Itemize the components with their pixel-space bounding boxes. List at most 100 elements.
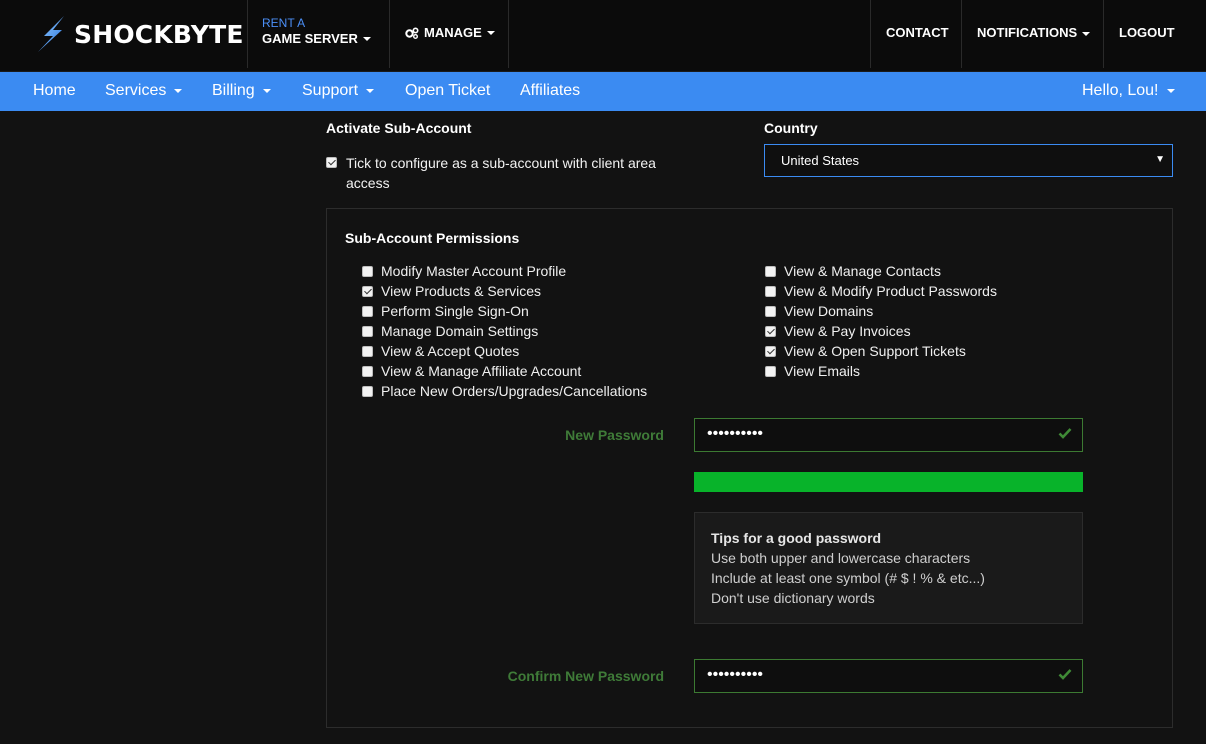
confirm-password-label: Confirm New Password — [507, 668, 664, 684]
activate-description-line: access — [346, 175, 390, 191]
permission-item[interactable]: View & Manage Contacts — [765, 263, 941, 279]
nav-billing-label: Billing — [212, 82, 255, 99]
permission-checkbox[interactable] — [765, 265, 776, 277]
activate-description: Tick to configure as a sub-account with … — [346, 153, 656, 193]
password-strength-bar — [694, 472, 1083, 492]
permission-item[interactable]: View & Modify Product Passwords — [765, 283, 997, 299]
manage-menu[interactable]: MANAGE — [405, 25, 495, 40]
permission-checkbox[interactable] — [765, 365, 776, 377]
permission-checkbox[interactable] — [765, 325, 776, 337]
new-password-label: New Password — [565, 427, 664, 443]
top-header: SHOCKBYTE RENT A GAME SERVER MANAGE CONT… — [0, 0, 1206, 72]
chevron-down-icon — [174, 88, 183, 93]
permission-checkbox[interactable] — [765, 305, 776, 317]
chevron-down-icon — [1082, 31, 1091, 36]
checkmark-icon — [1058, 669, 1072, 680]
chevron-down-icon — [486, 30, 495, 35]
activate-sub-account-checkbox[interactable] — [326, 157, 337, 168]
nav-home[interactable]: Home — [33, 82, 76, 100]
chevron-down-icon — [262, 88, 271, 93]
permission-item[interactable]: View & Manage Affiliate Account — [362, 363, 581, 379]
header-divider — [870, 0, 871, 68]
permission-label: View & Accept Quotes — [381, 343, 520, 359]
manage-label: MANAGE — [424, 25, 482, 40]
logout-link[interactable]: LOGOUT — [1119, 25, 1175, 40]
shockbyte-logo[interactable]: SHOCKBYTE — [34, 14, 244, 54]
permission-label: Place New Orders/Upgrades/Cancellations — [381, 383, 648, 399]
user-greeting: Hello, Lou! — [1082, 82, 1159, 99]
confirm-password-input[interactable]: •••••••••• — [694, 659, 1083, 693]
country-value: United States — [781, 153, 860, 168]
tips-line: Include at least one symbol (# $ ! % & e… — [711, 570, 985, 586]
permission-checkbox[interactable] — [362, 345, 373, 357]
nav-open-ticket[interactable]: Open Ticket — [405, 82, 490, 100]
user-menu[interactable]: Hello, Lou! — [1082, 82, 1175, 100]
permission-label: View Emails — [784, 363, 860, 379]
permission-item[interactable]: View Emails — [765, 363, 860, 379]
permission-checkbox[interactable] — [765, 345, 776, 357]
permission-label: View & Pay Invoices — [784, 323, 911, 339]
permission-label: Manage Domain Settings — [381, 323, 539, 339]
nav-affiliates[interactable]: Affiliates — [520, 82, 580, 100]
header-divider — [508, 0, 509, 68]
tips-title: Tips for a good password — [711, 530, 882, 546]
tips-line: Use both upper and lowercase characters — [711, 550, 971, 566]
lightning-bolt-icon — [38, 16, 64, 52]
permission-item[interactable]: View & Pay Invoices — [765, 323, 911, 339]
permission-item[interactable]: Place New Orders/Upgrades/Cancellations — [362, 383, 647, 399]
main-nav: Home Services Billing Support Open Ticke… — [0, 72, 1206, 111]
permission-label: View Domains — [784, 303, 874, 319]
nav-services-label: Services — [105, 82, 167, 99]
new-password-input[interactable]: •••••••••• — [694, 418, 1083, 452]
chevron-down-icon — [1166, 88, 1175, 93]
new-password-value: •••••••••• — [707, 425, 764, 442]
permission-item[interactable]: Manage Domain Settings — [362, 323, 538, 339]
permissions-title: Sub-Account Permissions — [345, 230, 520, 246]
country-select[interactable]: United States ▼ — [764, 144, 1173, 177]
checkmark-icon — [1058, 428, 1072, 439]
permission-item[interactable]: View Domains — [765, 303, 873, 319]
activate-description-line: Tick to configure as a sub-account with … — [346, 155, 656, 171]
permission-checkbox[interactable] — [362, 305, 373, 317]
permission-label: View Products & Services — [381, 283, 542, 299]
header-divider — [389, 0, 390, 68]
permission-label: View & Modify Product Passwords — [784, 283, 997, 299]
rent-game-server-menu[interactable]: RENT A GAME SERVER — [262, 16, 371, 48]
permission-label: View & Manage Affiliate Account — [381, 363, 582, 379]
dropdown-arrow-icon: ▼ — [1155, 154, 1165, 165]
contact-link[interactable]: CONTACT — [886, 25, 949, 40]
permission-checkbox[interactable] — [765, 285, 776, 297]
password-tips-box: Tips for a good password Use both upper … — [694, 512, 1083, 624]
header-divider — [1103, 0, 1104, 68]
permission-item[interactable]: View Products & Services — [362, 283, 541, 299]
header-divider — [961, 0, 962, 68]
nav-support-label: Support — [302, 82, 359, 99]
nav-billing[interactable]: Billing — [212, 82, 271, 100]
rent-label: RENT A — [262, 16, 306, 30]
permission-checkbox[interactable] — [362, 385, 373, 397]
gears-icon — [405, 26, 419, 39]
permission-label: View & Manage Contacts — [784, 263, 941, 279]
permission-item[interactable]: Perform Single Sign-On — [362, 303, 529, 319]
permission-item[interactable]: View & Accept Quotes — [362, 343, 519, 359]
tips-line: Don't use dictionary words — [711, 590, 875, 606]
chevron-down-icon — [366, 88, 375, 93]
notifications-label: NOTIFICATIONS — [977, 25, 1078, 40]
permission-checkbox[interactable] — [362, 265, 373, 277]
logo-text: SHOCKBYTE — [74, 19, 244, 49]
permission-checkbox[interactable] — [362, 365, 373, 377]
permission-checkbox[interactable] — [362, 325, 373, 337]
nav-support[interactable]: Support — [302, 82, 375, 100]
activate-sub-account-label: Activate Sub-Account — [326, 120, 472, 136]
permission-label: View & Open Support Tickets — [784, 343, 966, 359]
permission-checkbox[interactable] — [362, 285, 373, 297]
notifications-menu[interactable]: NOTIFICATIONS — [977, 25, 1091, 40]
permission-label: Modify Master Account Profile — [381, 263, 567, 279]
permission-item[interactable]: Modify Master Account Profile — [362, 263, 566, 279]
chevron-down-icon — [362, 36, 371, 41]
permission-item[interactable]: View & Open Support Tickets — [765, 343, 966, 359]
game-server-label: GAME SERVER — [262, 31, 358, 46]
confirm-password-value: •••••••••• — [707, 666, 764, 683]
nav-services[interactable]: Services — [105, 82, 183, 100]
header-divider — [247, 0, 248, 68]
